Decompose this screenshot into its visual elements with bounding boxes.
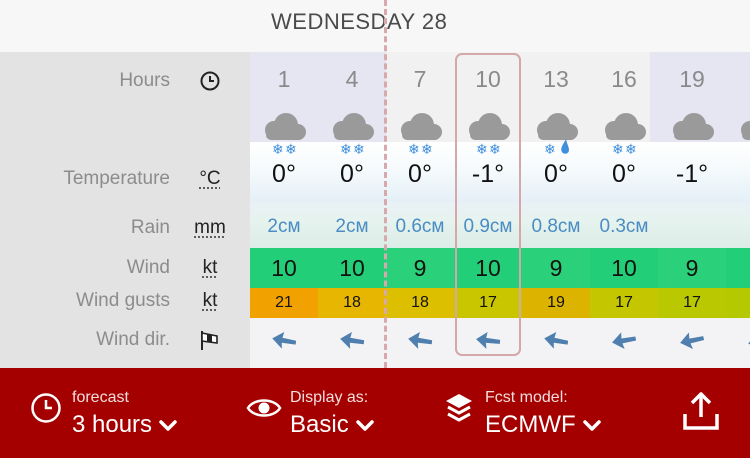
arrow-left-icon bbox=[318, 324, 386, 358]
model-caption: Fcst model: bbox=[485, 389, 568, 406]
cloud-icon bbox=[726, 106, 750, 158]
wind-cell: 10 bbox=[590, 248, 658, 288]
gust-cell: 17 bbox=[590, 288, 658, 318]
temp-cell: 0° bbox=[340, 160, 364, 188]
svg-text:❄: ❄ bbox=[612, 142, 624, 158]
share-button[interactable] bbox=[670, 368, 740, 458]
cloud-snow-icon: ❄ ❄ bbox=[250, 106, 318, 158]
arrow-left-icon bbox=[726, 324, 750, 358]
gust-cell: 17 bbox=[658, 288, 726, 318]
rain-label: Rain bbox=[130, 217, 170, 238]
wind-cell: 10 bbox=[318, 248, 386, 288]
eye-icon bbox=[246, 395, 282, 426]
temp-cell: 0° bbox=[612, 160, 636, 188]
now-marker bbox=[384, 0, 387, 368]
hour-cell: 13 bbox=[543, 66, 569, 92]
rain-cell: 0.6см bbox=[395, 216, 445, 237]
gust-cell: 19 bbox=[522, 288, 590, 318]
temp-cell: 0 bbox=[726, 160, 750, 189]
rain-cell: 2см bbox=[267, 216, 301, 237]
wind-cell: 10 bbox=[250, 248, 318, 288]
temperature-unit[interactable]: °C bbox=[190, 168, 230, 190]
arrow-left-icon bbox=[658, 324, 726, 358]
display-caption: Display as: bbox=[290, 389, 369, 406]
cloud-icon bbox=[658, 106, 726, 158]
gusts-unit[interactable]: kt bbox=[190, 290, 230, 312]
forecast-interval-selector[interactable]: forecast 3 hours bbox=[0, 368, 230, 458]
cloud-snow-icon: ❄ ❄ bbox=[386, 106, 454, 158]
wind-unit[interactable]: kt bbox=[190, 257, 230, 279]
model-value: ECMWF bbox=[485, 411, 602, 440]
hour-cell: 1 bbox=[277, 66, 291, 92]
windsock-icon bbox=[190, 329, 230, 357]
gust-cell bbox=[726, 288, 750, 318]
gust-cell: 21 bbox=[250, 288, 318, 318]
hour-cell: 7 bbox=[413, 66, 427, 92]
chevron-down-icon bbox=[158, 412, 178, 440]
rain-cell: 2см bbox=[335, 216, 369, 237]
temp-cell: -1° bbox=[675, 160, 709, 188]
day-header: WEDNESDAY 28 bbox=[0, 0, 750, 52]
svg-text:❄: ❄ bbox=[285, 142, 297, 158]
wind-cell bbox=[726, 248, 750, 288]
display-value: Basic bbox=[290, 411, 375, 440]
chevron-down-icon bbox=[582, 412, 602, 440]
gust-cell: 18 bbox=[386, 288, 454, 318]
hour-cell: 4 bbox=[345, 66, 359, 92]
svg-text:❄: ❄ bbox=[272, 142, 284, 158]
share-icon bbox=[680, 390, 722, 437]
temperature-label: Temperature bbox=[63, 168, 170, 189]
forecast-grid[interactable]: Hours Temperature °C Rain mm Wind kt Win… bbox=[0, 52, 750, 368]
svg-text:❄: ❄ bbox=[340, 142, 352, 158]
wind-gusts-label: Wind gusts bbox=[76, 290, 170, 311]
wind-cell: 9 bbox=[522, 248, 590, 288]
cloud-sleet-icon: ❄ bbox=[522, 106, 590, 158]
rain-cell: 0.8см bbox=[531, 216, 581, 237]
cloud-snow-icon: ❄ ❄ bbox=[318, 106, 386, 158]
forecast-model-selector[interactable]: Fcst model: ECMWF bbox=[440, 368, 630, 458]
rain-unit[interactable]: mm bbox=[190, 217, 230, 239]
svg-text:❄: ❄ bbox=[544, 142, 556, 158]
svg-text:❄: ❄ bbox=[625, 142, 637, 158]
forecast-value: 3 hours bbox=[72, 411, 178, 440]
arrow-left-icon bbox=[250, 324, 318, 358]
clock-icon bbox=[30, 392, 62, 429]
temp-cell: 0° bbox=[272, 160, 296, 188]
day-label: WEDNESDAY 28 bbox=[271, 9, 448, 34]
rain-cell: 0.3см bbox=[599, 216, 649, 237]
hour-cell: 16 bbox=[611, 66, 637, 92]
wind-dir-label: Wind dir. bbox=[96, 329, 170, 350]
svg-text:❄: ❄ bbox=[421, 142, 433, 158]
arrow-left-icon bbox=[522, 324, 590, 358]
hour-cell: 2 bbox=[726, 66, 750, 93]
hours-label: Hours bbox=[119, 70, 170, 91]
forecast-caption: forecast bbox=[72, 389, 129, 406]
cloud-snow-icon: ❄ ❄ bbox=[590, 106, 658, 158]
arrow-left-icon bbox=[590, 324, 658, 358]
temp-cell: 0° bbox=[544, 160, 568, 188]
display-mode-selector[interactable]: Display as: Basic bbox=[240, 368, 430, 458]
wind-cell: 9 bbox=[658, 248, 726, 288]
bottom-toolbar: forecast 3 hours Display as: Basic Fcst … bbox=[0, 368, 750, 458]
svg-text:❄: ❄ bbox=[353, 142, 365, 158]
gust-cell: 18 bbox=[318, 288, 386, 318]
hour-cell: 19 bbox=[679, 66, 705, 92]
arrow-left-icon bbox=[386, 324, 454, 358]
chevron-down-icon bbox=[355, 412, 375, 440]
wind-label: Wind bbox=[126, 257, 170, 278]
selected-column-highlight[interactable] bbox=[455, 53, 521, 356]
wind-cell: 9 bbox=[386, 248, 454, 288]
svg-text:❄: ❄ bbox=[408, 142, 420, 158]
clock-icon bbox=[190, 70, 230, 98]
layers-icon bbox=[444, 392, 474, 431]
temp-cell: 0° bbox=[408, 160, 432, 188]
